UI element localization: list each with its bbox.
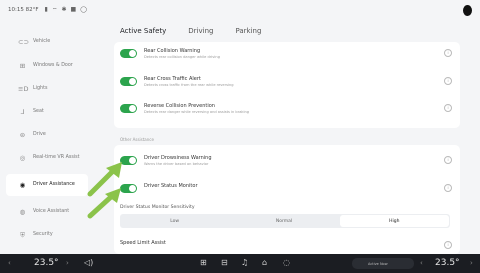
info-icon[interactable]: i: [444, 104, 452, 112]
annotation-arrow: [87, 188, 121, 219]
sidebar-item-label: Seat: [33, 109, 44, 115]
sidebar-item-windows-door[interactable]: ⊞ Windows & Door: [6, 55, 88, 77]
sensitivity-option-low[interactable]: Low: [120, 214, 229, 228]
recording-icon: ■: [70, 6, 77, 13]
sidebar-item-real-time-vr-assist[interactable]: ◎ Real-time VR Assist: [6, 147, 88, 169]
setting-description: Detects cross traffic from the rear whil…: [144, 83, 234, 87]
toggle-switch[interactable]: [120, 49, 137, 58]
tab-driving[interactable]: Driving: [188, 27, 213, 41]
setting-title: Speed Limit Assist: [120, 240, 166, 246]
grid-icon[interactable]: ⊞: [200, 258, 207, 267]
microphone-icon: ◍: [19, 207, 26, 216]
seat-icon: ⅃: [20, 107, 25, 116]
status-bar: 10:15 82°F ▮ ⌔ ✱ ■ ◯: [0, 0, 480, 20]
sidebar-item-label: Lights: [33, 86, 48, 92]
tab-bar: Active Safety Driving Parking: [120, 27, 261, 45]
temp-up-right-icon[interactable]: ›: [470, 259, 473, 267]
window-icon: ⊞: [19, 61, 26, 70]
sidebar: ⊂⊃ Vehicle ⊞ Windows & Door ≡D Lights ⅃ …: [0, 24, 90, 254]
network-icon: ▮: [44, 6, 48, 13]
other-assistance-card: Driver Drowsiness Warning Warns the driv…: [114, 145, 460, 254]
sidebar-item-driver-assistance[interactable]: ◉ Driver Assistance: [6, 174, 88, 196]
status-text: 10:15 82°F: [8, 7, 39, 13]
sidebar-item-label: Real-time VR Assist: [33, 155, 80, 161]
temp-down-right-icon[interactable]: ‹: [420, 259, 423, 267]
sensitivity-option-normal[interactable]: Normal: [229, 214, 338, 228]
location-icon: ◯: [80, 6, 87, 13]
setting-title: Driver Status Monitor: [144, 183, 198, 189]
sidebar-item-drive[interactable]: ⊜ Drive: [6, 124, 88, 146]
sensitivity-label: Driver Status Monitor Sensitivity: [120, 205, 195, 210]
setting-description: Detects rear danger while reversing and …: [144, 110, 250, 114]
info-icon[interactable]: i: [444, 77, 452, 85]
setting-title: Rear Cross Traffic Alert: [144, 76, 201, 82]
bluetooth-icon: ✱: [61, 6, 67, 13]
sidebar-item-label: Driver Assistance: [33, 182, 75, 188]
bottom-bar: ‹ 23.5° › ◁) ⊞ ⊟ ♫ ⌂ ◌ Active Now ‹ 23.5…: [0, 254, 480, 273]
right-temperature[interactable]: 23.5°: [435, 258, 460, 268]
setting-row-driver-status-monitor: Driver Status Monitor i: [120, 183, 452, 201]
setting-row-rear-collision-warning: Rear Collision Warning Detects rear coll…: [120, 48, 452, 66]
drive-icon: ⊜: [19, 130, 26, 139]
mirror-icon[interactable]: ⊟: [221, 258, 228, 267]
steering-icon: ◉: [19, 180, 26, 189]
setting-title: Rear Collision Warning: [144, 48, 201, 54]
left-temperature[interactable]: 23.5°: [34, 258, 59, 268]
tab-active-safety[interactable]: Active Safety: [120, 27, 167, 45]
sidebar-item-label: Drive: [33, 132, 46, 138]
tab-parking[interactable]: Parking: [235, 27, 261, 41]
temp-down-left-icon[interactable]: ‹: [8, 259, 11, 267]
setting-row-rear-cross-traffic-alert: Rear Cross Traffic Alert Detects cross t…: [120, 76, 452, 94]
sidebar-item-voice-assistant[interactable]: ◍ Voice Assistant: [6, 201, 88, 223]
active-safety-card: Rear Collision Warning Detects rear coll…: [114, 42, 460, 128]
setting-row-reverse-collision-prevention: Reverse Collision Prevention Detects rea…: [120, 103, 452, 121]
toggle-switch[interactable]: [120, 77, 137, 86]
status-icons: ▮ ⌔ ✱ ■ ◯: [45, 6, 87, 14]
music-icon[interactable]: ♫: [241, 258, 248, 267]
car-icon: ⊂⊃: [18, 37, 29, 46]
volume-icon[interactable]: ◁): [84, 258, 93, 267]
setting-row-driver-drowsiness-warning: Driver Drowsiness Warning Warns the driv…: [120, 155, 452, 173]
info-icon[interactable]: i: [444, 49, 452, 57]
setting-title: Driver Drowsiness Warning: [144, 155, 212, 161]
sidebar-item-seat[interactable]: ⅃ Seat: [6, 101, 88, 123]
shield-icon: ⛨: [20, 230, 25, 239]
info-icon[interactable]: i: [444, 156, 452, 164]
media-status[interactable]: Active Now: [352, 258, 414, 269]
sidebar-item-label: Windows & Door: [33, 63, 73, 69]
temp-up-left-icon[interactable]: ›: [66, 259, 69, 267]
sidebar-item-label: Security: [33, 232, 53, 238]
wifi-icon: ⌔: [51, 7, 58, 14]
sensitivity-selector: Low Normal High: [120, 214, 450, 228]
info-icon[interactable]: i: [444, 184, 452, 192]
sidebar-item-label: Vehicle: [33, 39, 51, 45]
sidebar-item-label: Voice Assistant: [33, 209, 70, 215]
setting-description: Warns the driver based on behavior: [144, 162, 209, 166]
light-icon: ≡D: [18, 84, 29, 93]
toggle-switch[interactable]: [120, 104, 137, 113]
sidebar-item-security[interactable]: ⛨ Security: [6, 224, 88, 246]
sidebar-item-vehicle[interactable]: ⊂⊃ Vehicle: [6, 31, 88, 53]
media-text: Active Now: [368, 261, 388, 266]
chat-icon[interactable]: ◌: [283, 258, 290, 267]
sensitivity-option-high[interactable]: High: [339, 215, 449, 227]
info-icon[interactable]: i: [444, 241, 452, 249]
profile-avatar[interactable]: [463, 5, 472, 16]
sidebar-item-lights[interactable]: ≡D Lights: [6, 78, 88, 100]
setting-description: Detects rear collision danger while driv…: [144, 55, 220, 59]
camera-icon: ◎: [19, 153, 26, 162]
setting-title: Reverse Collision Prevention: [144, 103, 215, 109]
car-home-icon[interactable]: ⌂: [262, 258, 267, 267]
section-label: Other Assistance: [120, 137, 154, 142]
